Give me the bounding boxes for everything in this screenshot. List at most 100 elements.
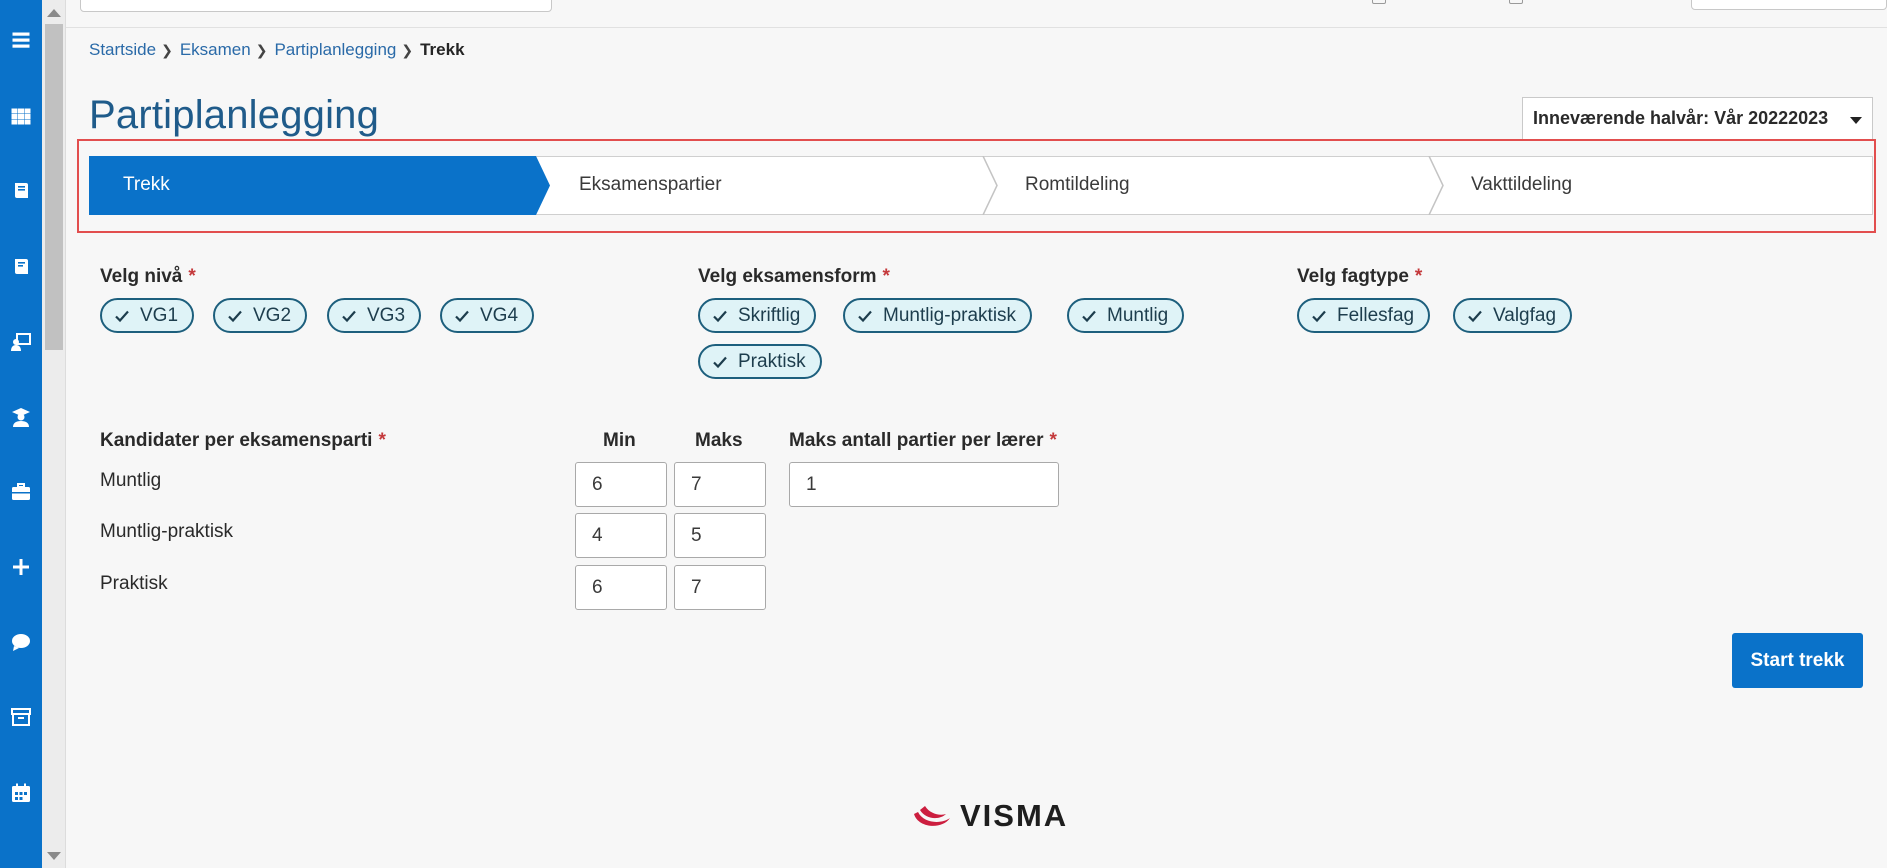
top-bar (66, 0, 1887, 28)
check-icon (1311, 308, 1327, 324)
niva-chip-vg3[interactable]: VG3 (327, 298, 422, 333)
muntlig-max-input[interactable]: 7 (674, 462, 766, 507)
breadcrumb-link-partiplanlegging[interactable]: Partiplanlegging (274, 40, 396, 60)
left-sidebar (0, 0, 42, 868)
semester-select[interactable]: Inneværende halvår: Vår 20222023 (1522, 97, 1873, 140)
step-trekk[interactable]: Trekk (123, 174, 170, 196)
required-marker: * (378, 430, 386, 451)
check-icon (341, 308, 357, 324)
global-search-input[interactable] (80, 0, 552, 12)
breadcrumb-link-eksamen[interactable]: Eksamen (180, 40, 251, 60)
scroll-up-arrow-icon[interactable] (47, 9, 61, 17)
plus-icon[interactable] (0, 547, 42, 587)
niva-label-text: Velg nivå (100, 266, 183, 287)
breadcrumb: Startside ❯ Eksamen ❯ Partiplanlegging ❯… (89, 40, 465, 60)
user-menu[interactable] (1691, 0, 1887, 10)
check-icon (857, 308, 873, 324)
archive-icon[interactable] (0, 697, 42, 737)
check-icon (1467, 308, 1483, 324)
step-romtildeling[interactable]: Romtildeling (1025, 174, 1130, 196)
toolbar-icon[interactable] (1372, 0, 1386, 4)
chip-label: VG2 (253, 304, 292, 326)
scroll-down-arrow-icon[interactable] (47, 852, 61, 860)
max-parties-label-text: Maks antall partier per lærer (789, 430, 1044, 451)
notebook-icon[interactable] (0, 247, 42, 287)
chip-label: Muntlig (1107, 304, 1169, 326)
praktisk-min-input[interactable]: 6 (575, 565, 667, 610)
chip-label: VG1 (140, 304, 179, 326)
process-stepper: Trekk Eksamenspartier Romtildeling Vaktt… (89, 156, 1873, 215)
check-icon (114, 308, 130, 324)
briefcase-icon[interactable] (0, 472, 42, 512)
chip-label: Muntlig-praktisk (883, 304, 1017, 326)
eksamensform-chip-praktisk[interactable]: Praktisk (698, 344, 822, 379)
row-label-muntlig-praktisk: Muntlig-praktisk (100, 521, 234, 542)
chevron-right-icon: ❯ (161, 41, 173, 58)
caret-down-icon (1850, 117, 1862, 124)
chip-label: Skriftlig (738, 304, 801, 326)
fagtype-chip-fellesfag[interactable]: Fellesfag (1297, 298, 1431, 333)
book-icon[interactable] (0, 171, 42, 211)
row-label-muntlig: Muntlig (100, 470, 162, 491)
check-icon (227, 308, 243, 324)
required-marker: * (188, 266, 196, 287)
eksamensform-chip-muntlig[interactable]: Muntlig (1067, 298, 1185, 333)
chat-icon[interactable] (0, 622, 42, 662)
candidates-label: Kandidater per eksamensparti * (100, 430, 386, 452)
fagtype-label: Velg fagtype * (1297, 266, 1422, 288)
check-icon (712, 308, 728, 324)
calendar-icon[interactable] (0, 773, 42, 813)
start-trekk-button[interactable]: Start trekk (1732, 633, 1863, 688)
chevron-right-icon: ❯ (255, 41, 268, 58)
chip-label: Fellesfag (1337, 304, 1415, 326)
muntlig-praktisk-max-input[interactable]: 5 (674, 513, 766, 558)
scroll-thumb[interactable] (45, 24, 63, 350)
semester-select-value: Inneværende halvår: Vår 20222023 (1533, 108, 1829, 128)
required-marker: * (1414, 266, 1423, 287)
chip-label: VG3 (367, 304, 406, 326)
breadcrumb-current: Trekk (420, 40, 465, 59)
visma-logo: VISMA (912, 798, 1068, 834)
fagtype-label-text: Velg fagtype (1297, 266, 1409, 287)
max-parties-label: Maks antall partier per lærer * (789, 430, 1057, 452)
required-marker: * (1049, 430, 1057, 451)
row-label-praktisk: Praktisk (100, 573, 168, 594)
stepper-shapes (89, 156, 1873, 215)
max-parties-input[interactable]: 1 (789, 462, 1059, 507)
niva-chip-vg4[interactable]: VG4 (440, 298, 535, 333)
chip-label: VG4 (480, 304, 519, 326)
niva-chip-vg2[interactable]: VG2 (213, 298, 308, 333)
teacher-icon[interactable] (0, 322, 42, 362)
page-title: Partiplanlegging (89, 93, 380, 137)
check-icon (1081, 308, 1097, 324)
vertical-scrollbar[interactable] (42, 0, 66, 868)
eksamensform-label: Velg eksamensform * (698, 266, 890, 288)
muntlig-min-input[interactable]: 6 (575, 462, 667, 507)
visma-wordmark: VISMA (960, 798, 1069, 833)
graduate-icon[interactable] (0, 397, 42, 437)
apps-grid-icon[interactable] (0, 96, 42, 136)
visma-logo-mark-icon (914, 806, 950, 826)
muntlig-praktisk-min-input[interactable]: 4 (575, 513, 667, 558)
toolbar-icon[interactable] (1509, 0, 1523, 4)
niva-chip-vg1[interactable]: VG1 (100, 298, 195, 333)
chip-label: Valgfag (1493, 304, 1557, 326)
max-column-header: Maks (695, 430, 743, 451)
min-column-header: Min (603, 430, 636, 451)
breadcrumb-link-startside[interactable]: Startside (89, 40, 156, 60)
step-vakttildeling[interactable]: Vakttildeling (1471, 174, 1572, 196)
chevron-right-icon: ❯ (401, 41, 414, 58)
candidates-label-text: Kandidater per eksamensparti (100, 430, 373, 451)
check-icon (454, 308, 470, 324)
required-marker: * (882, 266, 890, 287)
chip-label: Praktisk (738, 350, 806, 372)
niva-label: Velg nivå * (100, 266, 196, 288)
check-icon (712, 354, 728, 370)
eksamensform-chip-skriftlig[interactable]: Skriftlig (698, 298, 817, 333)
menu-icon[interactable] (0, 20, 42, 60)
eksamensform-label-text: Velg eksamensform (698, 266, 877, 287)
step-eksamenspartier[interactable]: Eksamenspartier (579, 174, 722, 196)
praktisk-max-input[interactable]: 7 (674, 565, 766, 610)
fagtype-chip-valgfag[interactable]: Valgfag (1453, 298, 1573, 333)
eksamensform-chip-muntlig-praktisk[interactable]: Muntlig-praktisk (843, 298, 1033, 333)
